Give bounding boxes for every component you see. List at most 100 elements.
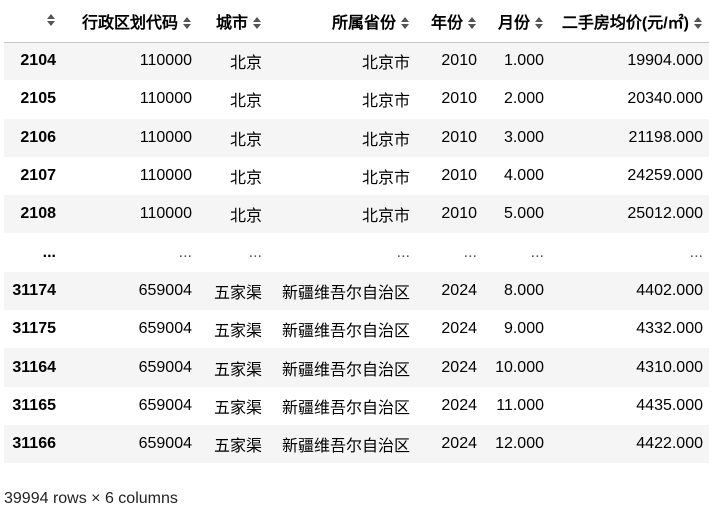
sort-updown-icon[interactable]	[467, 16, 477, 30]
dataframe-table: 行政区划代码 城市 所属省份 年份 月份 二手房均价(元/㎡) 2104 110…	[4, 0, 709, 464]
cell-year: 2024	[441, 435, 477, 453]
column-header-year[interactable]: 年份	[416, 0, 483, 42]
cell-admin-code: 659004	[138, 358, 192, 376]
dataframe-container: 行政区划代码 城市 所属省份 年份 月份 二手房均价(元/㎡) 2104 110…	[4, 0, 709, 464]
dataframe-shape-summary: 39994 rows × 6 columns	[4, 490, 178, 507]
cell-province: 北京市	[361, 208, 410, 226]
cell-price: 24259.000	[627, 167, 703, 185]
cell-city: 北京	[229, 131, 262, 149]
cell-price: 4435.000	[636, 396, 703, 414]
cell-price: 4422.000	[636, 435, 703, 453]
column-header-price[interactable]: 二手房均价(元/㎡)	[550, 0, 709, 42]
cell-city: 五家渠	[213, 399, 262, 417]
cell-ellipsis: ...	[689, 243, 703, 261]
row-index: 31164	[12, 358, 56, 376]
header-row: 行政区划代码 城市 所属省份 年份 月份 二手房均价(元/㎡)	[4, 0, 709, 42]
table-row: 2106 110000 北京 北京市 2010 3.000 21198.000	[4, 118, 709, 157]
cell-province: 北京市	[361, 131, 410, 149]
cell-year: 2010	[441, 90, 477, 108]
cell-year: 2010	[441, 52, 477, 70]
table-row: 2104 110000 北京 北京市 2010 1.000 19904.000	[4, 42, 709, 81]
sort-updown-icon[interactable]	[182, 16, 192, 30]
cell-province: 北京市	[361, 93, 410, 111]
cell-month: 5.000	[503, 205, 544, 223]
cell-province: 新疆维吾尔自治区	[281, 284, 410, 302]
cell-province: 北京市	[361, 55, 410, 73]
cell-month: 10.000	[495, 358, 544, 376]
cell-city: 五家渠	[213, 438, 262, 456]
cell-month: 11.000	[496, 396, 544, 414]
cell-ellipsis: ...	[530, 243, 544, 261]
cell-ellipsis: ...	[396, 243, 410, 261]
ellipsis-row: ... ... ... ... ... ... ...	[4, 233, 709, 272]
cell-price: 4402.000	[636, 281, 703, 299]
table-row: 2105 110000 北京 北京市 2010 2.000 20340.000	[4, 80, 709, 119]
cell-admin-code: 659004	[138, 281, 192, 299]
table-row: 31174 659004 五家渠 新疆维吾尔自治区 2024 8.000 440…	[4, 271, 709, 311]
column-header-city[interactable]: 城市	[198, 0, 268, 42]
cell-ellipsis: ...	[178, 243, 192, 261]
sort-updown-icon[interactable]	[534, 16, 544, 30]
cell-month: 12.000	[495, 435, 544, 453]
cell-admin-code: 659004	[138, 435, 192, 453]
sort-updown-icon[interactable]	[252, 16, 262, 30]
row-index: 2106	[20, 128, 56, 146]
cell-city: 北京	[229, 93, 262, 111]
cell-month: 3.000	[503, 128, 544, 146]
table-body: 2104 110000 北京 北京市 2010 1.000 19904.000 …	[4, 42, 709, 464]
cell-city: 五家渠	[213, 284, 262, 302]
row-index: 31174	[12, 281, 56, 299]
index-header[interactable]	[4, 0, 62, 42]
column-header-admin-code[interactable]: 行政区划代码	[62, 0, 198, 42]
cell-admin-code: 110000	[139, 205, 192, 223]
row-index: 2108	[20, 205, 56, 223]
table-row: 31175 659004 五家渠 新疆维吾尔自治区 2024 9.000 433…	[4, 310, 709, 349]
row-index: 2107	[20, 167, 56, 185]
cell-ellipsis: ...	[463, 243, 477, 261]
row-index: 31166	[12, 435, 56, 453]
cell-price: 25012.000	[627, 205, 703, 223]
cell-admin-code: 110000	[139, 90, 192, 108]
cell-city: 北京	[229, 170, 262, 188]
cell-province: 北京市	[361, 170, 410, 188]
row-index: 31175	[12, 320, 56, 338]
cell-year: 2010	[441, 128, 477, 146]
cell-price: 4310.000	[636, 358, 703, 376]
cell-city: 五家渠	[213, 323, 262, 341]
row-index: ...	[42, 243, 56, 261]
cell-price: 4332.000	[636, 320, 703, 338]
cell-year: 2024	[441, 320, 477, 338]
table-row: 31166 659004 五家渠 新疆维吾尔自治区 2024 12.000 44…	[4, 424, 709, 464]
table-row: 31164 659004 五家渠 新疆维吾尔自治区 2024 10.000 43…	[4, 348, 709, 387]
cell-year: 2010	[441, 167, 477, 185]
cell-year: 2024	[441, 358, 477, 376]
column-header-province[interactable]: 所属省份	[268, 0, 416, 42]
cell-admin-code: 659004	[138, 320, 192, 338]
cell-year: 2024	[441, 396, 477, 414]
cell-year: 2024	[441, 281, 477, 299]
column-header-month[interactable]: 月份	[483, 0, 550, 42]
cell-month: 1.000	[503, 52, 544, 70]
cell-price: 20340.000	[627, 90, 703, 108]
cell-province: 新疆维吾尔自治区	[281, 438, 410, 456]
cell-month: 8.000	[503, 281, 544, 299]
cell-city: 五家渠	[213, 361, 262, 379]
cell-admin-code: 659004	[138, 396, 192, 414]
cell-admin-code: 110000	[139, 52, 192, 70]
cell-ellipsis: ...	[248, 243, 262, 261]
cell-price: 19904.000	[627, 52, 703, 70]
cell-city: 北京	[229, 208, 262, 226]
cell-month: 4.000	[503, 167, 544, 185]
sort-updown-icon[interactable]	[693, 16, 703, 30]
cell-month: 9.000	[503, 320, 544, 338]
cell-year: 2010	[441, 205, 477, 223]
cell-admin-code: 110000	[139, 128, 192, 146]
cell-province: 新疆维吾尔自治区	[281, 323, 410, 341]
sort-updown-icon[interactable]	[400, 16, 410, 30]
row-index: 2104	[20, 52, 56, 70]
table-row: 2108 110000 北京 北京市 2010 5.000 25012.000	[4, 195, 709, 234]
sort-updown-icon[interactable]	[46, 13, 56, 27]
cell-province: 新疆维吾尔自治区	[281, 361, 410, 379]
cell-province: 新疆维吾尔自治区	[281, 399, 410, 417]
cell-admin-code: 110000	[139, 167, 192, 185]
